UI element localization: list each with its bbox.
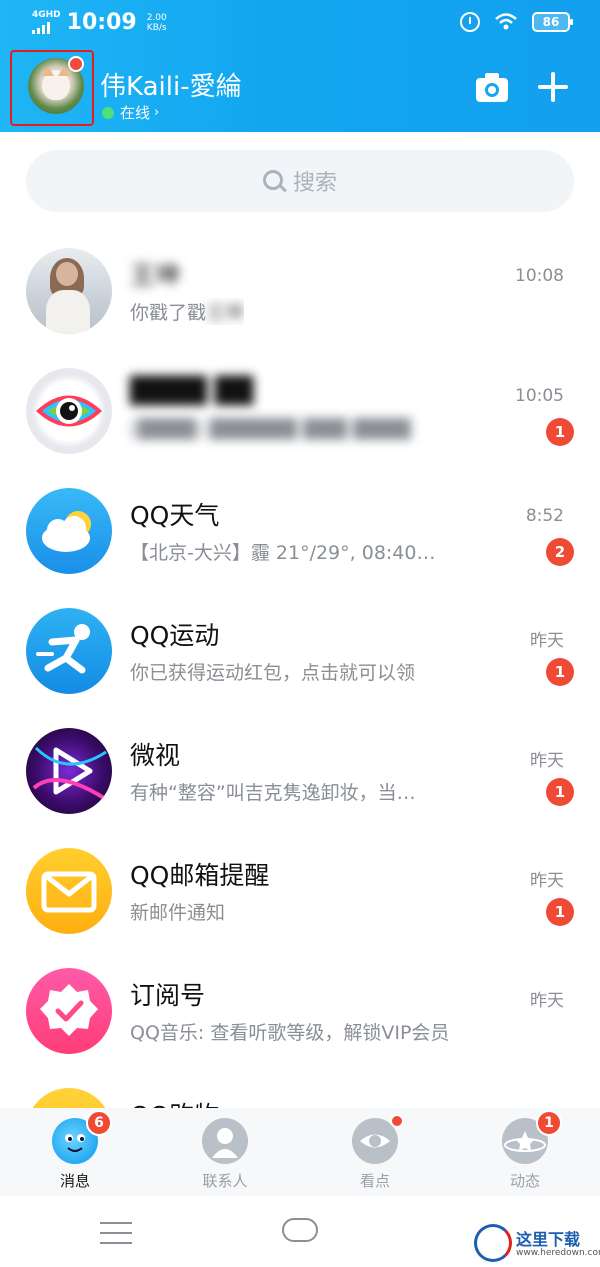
eye-icon <box>26 368 112 454</box>
conversation-name: ████ ██ <box>130 376 254 405</box>
tab-label: 看点 <box>359 1172 390 1190</box>
conversation-name: QQ运动 <box>130 621 220 650</box>
tab-kandian[interactable]: 看点 <box>300 1108 450 1196</box>
conversation-name: 订阅号 <box>130 981 206 1010</box>
conversation-time: 昨天 <box>530 871 564 891</box>
camera-button[interactable] <box>474 70 510 104</box>
tab-label: 消息 <box>59 1172 90 1190</box>
weather-icon <box>26 488 112 574</box>
tab-feed[interactable]: 1 动态 <box>450 1108 600 1196</box>
tab-label: 联系人 <box>202 1172 248 1190</box>
battery-icon: 86 <box>532 12 573 32</box>
running-icon <box>26 608 112 694</box>
search-bar[interactable]: 搜索 <box>26 150 574 212</box>
watermark: 这里下载 www.heredown.com <box>468 1222 600 1264</box>
avatar-notification-dot <box>68 56 84 72</box>
watermark-logo-icon <box>474 1224 512 1262</box>
chevron-right-icon: › <box>154 105 160 120</box>
tab-messages[interactable]: 6 消息 <box>0 1108 150 1196</box>
conversation-time: 8:52 <box>525 506 564 526</box>
watermark-url: www.heredown.com <box>516 1248 600 1258</box>
conversation-preview: QQ音乐: 查看听歌等级，解锁VIP会员 <box>130 1022 450 1044</box>
menu-icon[interactable] <box>100 1222 132 1244</box>
list-item[interactable]: ████ ██ [████] ██████ ███ ████ 10:05 1 <box>0 348 600 468</box>
conversation-time: 昨天 <box>530 631 564 651</box>
online-dot-icon <box>102 106 114 119</box>
tab-contacts[interactable]: 联系人 <box>150 1108 300 1196</box>
list-item[interactable]: 王坤 你戳了戳王坤 10:08 <box>0 228 600 348</box>
camera-icon <box>476 73 508 102</box>
unread-badge: 1 <box>546 778 574 806</box>
clock: 10:09 <box>66 10 137 35</box>
check-badge-icon <box>26 968 112 1054</box>
home-button[interactable] <box>282 1218 318 1242</box>
list-item[interactable]: 微视 有种“整容”叫吉克隽逸卸妆，当… 昨天 1 <box>0 708 600 828</box>
list-item[interactable]: QQ邮箱提醒 新邮件通知 昨天 1 <box>0 828 600 948</box>
avatar-highlight-frame[interactable] <box>10 50 94 126</box>
unread-badge: 1 <box>546 658 574 686</box>
conversation-time: 昨天 <box>530 991 564 1011</box>
search-placeholder: 搜索 <box>292 171 337 196</box>
online-status-label: 在线 <box>120 104 151 122</box>
network-type: 4GHD <box>32 10 61 20</box>
conversation-time: 10:05 <box>515 386 564 406</box>
user-nickname[interactable]: 伟Kaili-愛綸 <box>100 66 242 103</box>
conversation-list: 王坤 你戳了戳王坤 10:08 ████ ██ [████] ██████ ██… <box>0 228 600 1188</box>
conversation-preview: [████] ██████ ███ ████ <box>130 418 412 440</box>
signal-icon: 4GHD <box>32 11 61 34</box>
add-plus-button[interactable] <box>536 70 570 104</box>
feed-badge: 1 <box>536 1110 562 1136</box>
conversation-name: 王坤 <box>130 261 181 290</box>
list-item[interactable]: QQ运动 你已获得运动红包，点击就可以领 昨天 1 <box>0 588 600 708</box>
play-icon <box>26 728 112 814</box>
conversation-preview: 有种“整容”叫吉克隽逸卸妆，当… <box>130 782 416 804</box>
conversation-preview: 你已获得运动红包，点击就可以领 <box>130 662 416 684</box>
alarm-icon <box>460 12 480 32</box>
wifi-icon <box>494 12 518 32</box>
messages-badge: 6 <box>86 1110 112 1136</box>
conversation-time: 10:08 <box>515 266 564 286</box>
eye-tab-icon <box>352 1114 404 1164</box>
search-icon <box>262 170 285 192</box>
unread-badge: 1 <box>546 418 574 446</box>
top-header: 4GHD 10:09 2.00 KB/s 86 伟Kaili-愛綸 在线 › <box>0 0 600 132</box>
unread-badge: 1 <box>546 898 574 926</box>
conversation-name: QQ天气 <box>130 501 220 530</box>
conversation-preview: 你戳了戳王坤 <box>130 302 245 324</box>
tab-label: 动态 <box>509 1172 540 1190</box>
network-speed: 2.00 KB/s <box>146 12 167 33</box>
list-item[interactable]: 订阅号 QQ音乐: 查看听歌等级，解锁VIP会员 昨天 <box>0 948 600 1068</box>
contacts-icon <box>202 1118 248 1164</box>
conversation-time: 昨天 <box>530 751 564 771</box>
list-item[interactable]: QQ天气 【北京-大兴】霾 21°/29°, 08:40… 8:52 2 <box>0 468 600 588</box>
bottom-tab-bar: 6 消息 联系人 看点 1 动态 <box>0 1108 600 1196</box>
conversation-name: 微视 <box>130 741 181 770</box>
mail-icon <box>26 848 112 934</box>
watermark-text: 这里下载 <box>516 1230 581 1249</box>
conversation-preview: 新邮件通知 <box>130 902 226 924</box>
girl-avatar <box>26 248 112 334</box>
status-bar: 4GHD 10:09 2.00 KB/s 86 <box>0 0 600 44</box>
conversation-name: QQ邮箱提醒 <box>130 861 270 890</box>
battery-level: 86 <box>542 15 560 29</box>
conversation-preview: 【北京-大兴】霾 21°/29°, 08:40… <box>130 542 436 564</box>
planet-star-icon: 1 <box>502 1110 562 1164</box>
messages-icon: 6 <box>52 1110 112 1164</box>
unread-badge: 2 <box>546 538 574 566</box>
kandian-dot <box>390 1114 404 1128</box>
online-status[interactable]: 在线 › <box>102 102 159 123</box>
